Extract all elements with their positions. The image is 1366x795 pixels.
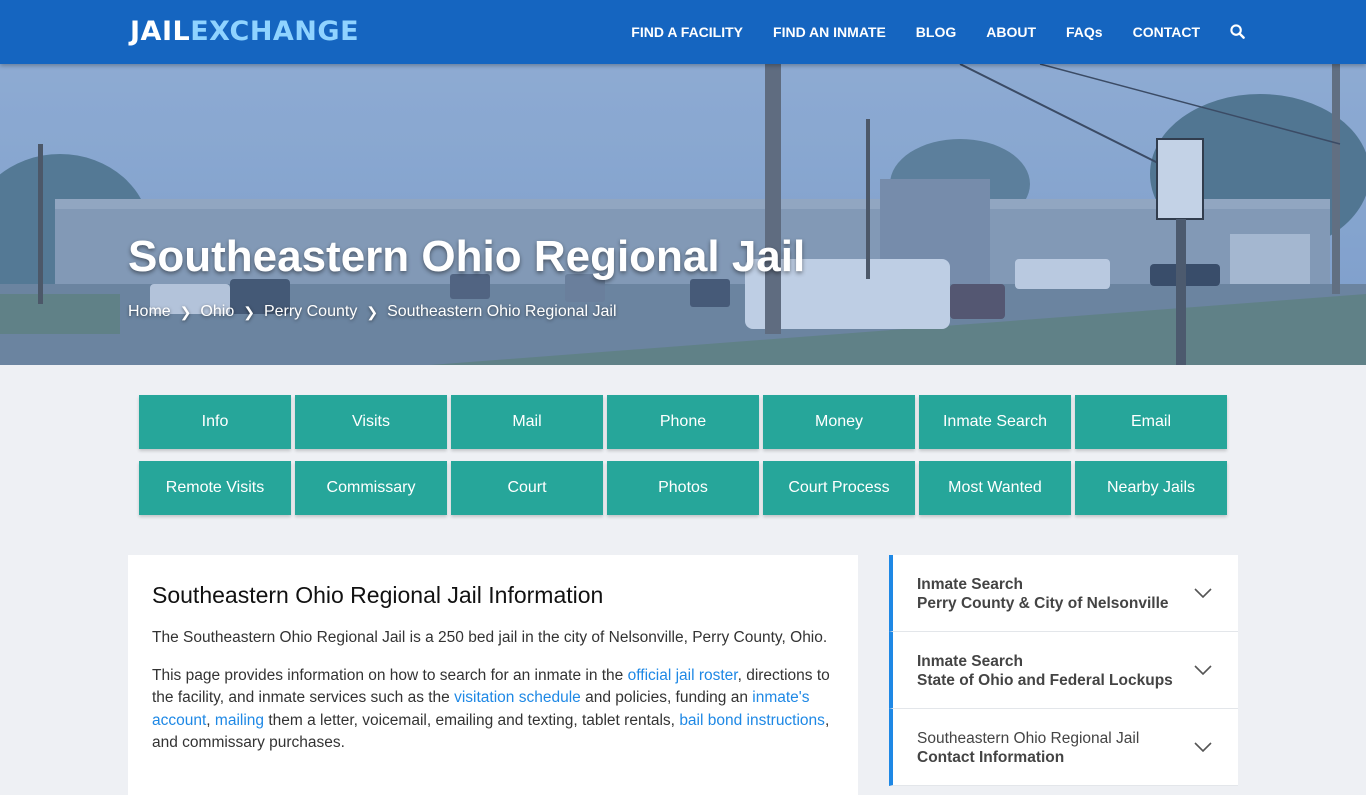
nav-find-inmate[interactable]: FIND AN INMATE	[773, 24, 886, 40]
top-navbar: JAILEXCHANGE FIND A FACILITY FIND AN INM…	[0, 0, 1366, 64]
nav-blog[interactable]: BLOG	[916, 24, 956, 40]
tile-info[interactable]: Info	[139, 395, 291, 449]
tile-photos[interactable]: Photos	[607, 461, 759, 515]
nav-faqs[interactable]: FAQs	[1066, 24, 1103, 40]
official-jail-roster-link[interactable]: official jail roster	[628, 667, 738, 684]
nav-contact[interactable]: CONTACT	[1133, 24, 1200, 40]
tile-inmate-search[interactable]: Inmate Search	[919, 395, 1071, 449]
main-menu: FIND A FACILITY FIND AN INMATE BLOG ABOU…	[601, 0, 1246, 64]
tile-money[interactable]: Money	[763, 395, 915, 449]
hero-banner: Southeastern Ohio Regional Jail Home ❯ O…	[0, 64, 1366, 365]
info-heading: Southeastern Ohio Regional Jail Informat…	[152, 582, 604, 608]
visitation-schedule-link[interactable]: visitation schedule	[454, 689, 581, 706]
breadcrumb-ohio[interactable]: Ohio	[200, 303, 234, 321]
info-card: Southeastern Ohio Regional Jail Informat…	[128, 555, 858, 795]
chevron-down-icon	[1194, 585, 1212, 603]
text-segment: ,	[206, 711, 215, 729]
mailing-link[interactable]: mailing	[215, 712, 264, 729]
nav-find-facility[interactable]: FIND A FACILITY	[631, 24, 743, 40]
breadcrumb-current: Southeastern Ohio Regional Jail	[387, 303, 617, 320]
tile-remote-visits[interactable]: Remote Visits	[139, 461, 291, 515]
tile-mail[interactable]: Mail	[451, 395, 603, 449]
chevron-down-icon	[1194, 662, 1212, 680]
accordion-contact-information[interactable]: Southeastern Ohio Regional Jail Contact …	[889, 709, 1238, 786]
breadcrumb: Home ❯ Ohio ❯ Perry County ❯ Southeaster…	[128, 303, 617, 321]
search-icon[interactable]	[1230, 24, 1246, 40]
accordion-title: Inmate Search	[917, 576, 1023, 593]
logo-text-exchange: EXCHANGE	[190, 16, 360, 47]
chevron-right-icon: ❯	[243, 303, 255, 320]
accordion-inmate-search-state[interactable]: Inmate Search State of Ohio and Federal …	[889, 632, 1238, 709]
breadcrumb-home[interactable]: Home	[128, 303, 171, 321]
tile-court[interactable]: Court	[451, 461, 603, 515]
sidebar: Inmate Search Perry County & City of Nel…	[889, 555, 1238, 786]
site-logo[interactable]: JAILEXCHANGE	[130, 16, 359, 48]
facility-section-buttons: Info Visits Mail Phone Money Inmate Sear…	[139, 395, 1229, 515]
tile-visits[interactable]: Visits	[295, 395, 447, 449]
tile-phone[interactable]: Phone	[607, 395, 759, 449]
tile-court-process[interactable]: Court Process	[763, 461, 915, 515]
accordion-inmate-search-county[interactable]: Inmate Search Perry County & City of Nel…	[889, 555, 1238, 632]
text-segment: and policies, funding an	[580, 689, 753, 706]
chevron-right-icon: ❯	[179, 303, 192, 320]
tile-most-wanted[interactable]: Most Wanted	[919, 461, 1071, 515]
accordion-subtitle: State of Ohio and Federal Lockups	[917, 672, 1173, 689]
tile-commissary[interactable]: Commissary	[295, 461, 447, 515]
breadcrumb-perry-county[interactable]: Perry County	[264, 303, 357, 321]
accordion-subtitle: Perry County & City of Nelsonville	[917, 595, 1169, 612]
info-paragraph-2: This page provides information on how to…	[152, 665, 834, 755]
accordion-subtitle: Contact Information	[917, 749, 1065, 766]
accordion-title: Inmate Search	[917, 653, 1023, 670]
bail-bond-instructions-link[interactable]: bail bond instructions	[679, 712, 825, 729]
page-title: Southeastern Ohio Regional Jail	[128, 232, 806, 281]
chevron-down-icon	[1194, 739, 1212, 757]
tile-email[interactable]: Email	[1075, 395, 1227, 449]
tile-nearby-jails[interactable]: Nearby Jails	[1075, 461, 1227, 515]
logo-text-jail: JAIL	[130, 16, 191, 47]
accordion-title: Southeastern Ohio Regional Jail	[917, 730, 1140, 747]
text-segment: them a letter, voicemail, emailing and t…	[264, 711, 680, 729]
nav-about[interactable]: ABOUT	[986, 24, 1036, 40]
chevron-right-icon: ❯	[366, 303, 379, 320]
text-segment: This page provides information on how to…	[152, 666, 628, 684]
info-paragraph-1: The Southeastern Ohio Regional Jail is a…	[152, 629, 828, 646]
